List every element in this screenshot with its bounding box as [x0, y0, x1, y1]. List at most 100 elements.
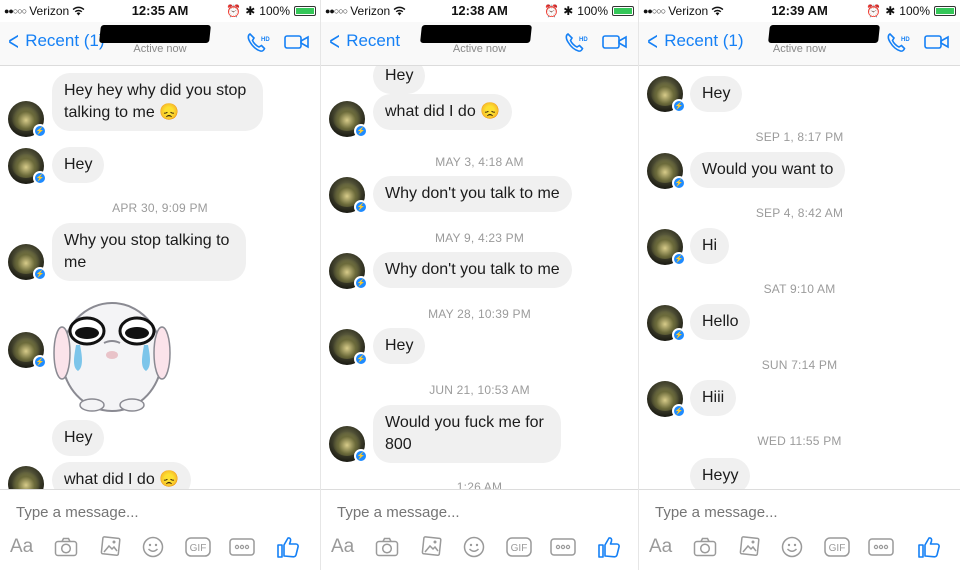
avatar[interactable]: ⚡: [647, 305, 686, 342]
more-icon[interactable]: [229, 534, 255, 560]
message-bubble: Hello: [690, 304, 751, 340]
message-bubble: Hey: [373, 328, 426, 364]
message-bubble: Hey: [373, 66, 426, 94]
photo-gallery-icon[interactable]: [420, 534, 442, 560]
video-call-icon[interactable]: [284, 32, 310, 52]
gif-icon[interactable]: GIF: [185, 534, 211, 560]
text-size-icon[interactable]: Aa: [649, 534, 672, 560]
timestamp: SAT 9:10 AM: [763, 282, 836, 296]
svg-text:GIF: GIF: [829, 543, 846, 554]
like-icon[interactable]: [597, 534, 621, 560]
message-list: Hey what did I do 😞 ⚡ MAY 3, 4:18 AM Why…: [321, 66, 638, 489]
avatar[interactable]: ⚡: [329, 101, 368, 138]
messenger-badge-icon: ⚡: [672, 328, 686, 342]
more-icon[interactable]: [550, 534, 576, 560]
battery-percent: 100%: [577, 4, 608, 18]
camera-icon[interactable]: [54, 534, 78, 560]
messenger-badge-icon: ⚡: [354, 276, 368, 290]
avatar[interactable]: ⚡: [8, 101, 47, 138]
chat-screenshot-2: ●●○○○ Verizon 12:38 AM ⏰ ✱ 100% < Recent…: [320, 0, 638, 570]
avatar[interactable]: ⚡: [647, 76, 686, 113]
conversation-header: < Recent (1) Active now HD: [0, 22, 320, 66]
message-input[interactable]: [337, 502, 626, 522]
message-text: Why you stop talking to me: [64, 232, 230, 271]
avatar[interactable]: ⚡: [647, 229, 686, 266]
messenger-badge-icon: ⚡: [354, 352, 368, 366]
message-text: Hey: [64, 429, 93, 446]
timestamp: APR 30, 9:09 PM: [112, 201, 208, 215]
message-bubble: Why don't you talk to me: [373, 176, 572, 212]
message-text: what did I do 😞: [64, 471, 180, 488]
message-text: Hello: [702, 313, 739, 330]
call-actions: HD: [246, 32, 310, 54]
battery-percent: 100%: [259, 4, 290, 18]
gif-icon[interactable]: GIF: [506, 534, 532, 560]
gif-icon[interactable]: GIF: [824, 534, 850, 560]
emoji-icon[interactable]: [463, 534, 485, 560]
status-right: ⏰ ✱ 100%: [544, 4, 634, 18]
video-call-icon[interactable]: [924, 32, 950, 52]
emoji-icon[interactable]: [781, 534, 803, 560]
timestamp: SEP 4, 8:42 AM: [755, 206, 844, 220]
message-list: Hey ⚡ SEP 1, 8:17 PM Would you want to ⚡…: [639, 66, 960, 489]
avatar[interactable]: ⚡: [8, 148, 47, 185]
message-bubble: Hey: [52, 420, 105, 456]
alarm-icon: ⏰: [226, 4, 242, 18]
crying-bunny-sticker[interactable]: [52, 293, 172, 415]
avatar[interactable]: ⚡: [329, 253, 368, 290]
message-text: Hey: [702, 85, 731, 102]
composer-toolbar: Aa GIF: [0, 534, 320, 564]
camera-icon[interactable]: [693, 534, 717, 560]
text-size-icon[interactable]: Aa: [331, 534, 354, 560]
message-bubble: Hi: [690, 228, 730, 264]
message-text: Hey: [385, 67, 414, 84]
message-text: Hiii: [702, 389, 725, 406]
message-input[interactable]: [16, 502, 308, 522]
avatar[interactable]: ⚡: [329, 329, 368, 366]
phone-hd-icon[interactable]: HD: [564, 32, 588, 54]
redacted-contact-name: [99, 25, 211, 43]
timestamp: MAY 3, 4:18 AM: [435, 155, 524, 169]
avatar[interactable]: ⚡: [8, 244, 47, 281]
chat-screenshot-3: ●●○○○ Verizon 12:39 AM ⏰ ✱ 100% < Recent…: [638, 0, 960, 570]
phone-hd-icon[interactable]: HD: [246, 32, 270, 54]
status-right: ⏰ ✱ 100%: [866, 4, 956, 18]
messenger-badge-icon: ⚡: [354, 449, 368, 463]
text-size-icon[interactable]: Aa: [10, 534, 33, 560]
conversation-header: < Recent Active now HD: [321, 22, 638, 66]
message-composer: Aa GIF: [0, 489, 320, 570]
more-icon[interactable]: [868, 534, 894, 560]
conversation-header: < Recent (1) Active now HD: [639, 22, 960, 66]
avatar[interactable]: ⚡: [647, 381, 686, 418]
camera-icon[interactable]: [375, 534, 399, 560]
avatar[interactable]: ⚡: [8, 466, 44, 489]
alarm-icon: ⏰: [544, 4, 560, 18]
alarm-icon: ⏰: [866, 4, 882, 18]
message-text: Why don't you talk to me: [385, 261, 560, 278]
message-bubble: Would you want to: [690, 152, 846, 188]
avatar[interactable]: ⚡: [8, 332, 47, 369]
message-text: Heyy: [702, 467, 739, 484]
svg-text:GIF: GIF: [511, 543, 528, 554]
battery-icon: [294, 6, 316, 16]
like-icon[interactable]: [917, 534, 941, 560]
bluetooth-icon: ✱: [563, 4, 574, 18]
chat-screenshot-1: ●●○○○ Verizon 12:35 AM ⏰ ✱ 100% < Recent…: [0, 0, 320, 570]
bluetooth-icon: ✱: [245, 4, 256, 18]
screenshot-collage: ●●○○○ Verizon 12:35 AM ⏰ ✱ 100% < Recent…: [0, 0, 960, 570]
bluetooth-icon: ✱: [885, 4, 896, 18]
avatar[interactable]: ⚡: [329, 177, 368, 214]
avatar[interactable]: ⚡: [329, 426, 368, 463]
emoji-icon[interactable]: [142, 534, 164, 560]
messenger-badge-icon: ⚡: [33, 267, 47, 281]
photo-gallery-icon[interactable]: [99, 534, 121, 560]
avatar[interactable]: ⚡: [647, 153, 686, 190]
message-input[interactable]: [655, 502, 948, 522]
message-bubble: Why don't you talk to me: [373, 252, 572, 288]
phone-hd-icon[interactable]: HD: [886, 32, 910, 54]
message-bubble: Hey hey why did you stop talking to me 😞: [52, 73, 263, 131]
like-icon[interactable]: [276, 534, 300, 560]
battery-icon: [934, 6, 956, 16]
photo-gallery-icon[interactable]: [738, 534, 760, 560]
video-call-icon[interactable]: [602, 32, 628, 52]
